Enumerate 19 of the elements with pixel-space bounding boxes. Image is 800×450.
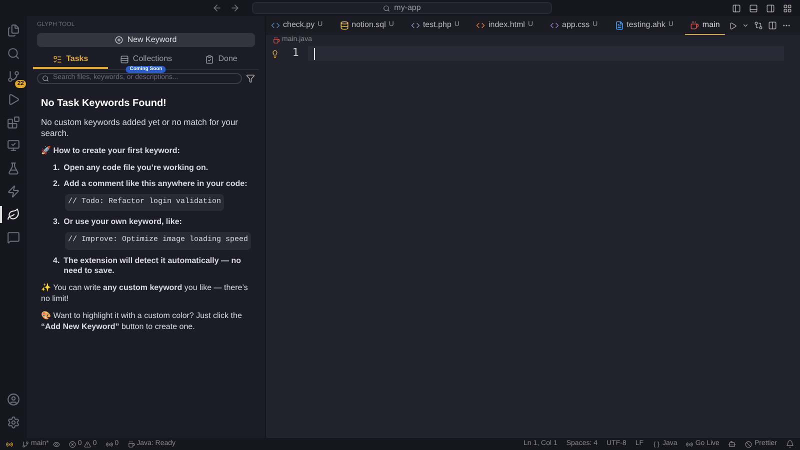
- howto-heading: 🚀 How to create your first keyword:: [41, 145, 181, 157]
- step-text: Add a comment like this anywhere in your code:: [64, 179, 248, 189]
- editor-tab[interactable]: main: [685, 16, 725, 35]
- step-text: Or use your own keyword, like:: [64, 217, 182, 228]
- step-number: 1.: [53, 163, 60, 173]
- step-number: 4.: [53, 256, 60, 266]
- panel-tab[interactable]: Done: [184, 51, 259, 69]
- step-number: 3.: [53, 217, 60, 228]
- tip-text: ✨ You can write any custom keyword you like — there’s no limit!: [41, 282, 249, 304]
- tip-text: 🎨 Want to highlight it with a custom color? Just click the “Add New Keyword” button to create one.: [41, 310, 243, 332]
- step-text: Open any code file you’re working on.: [64, 163, 208, 173]
- panel-tab[interactable]: Tasks: [33, 51, 108, 69]
- step-text: The extension will detect it automatically — no need to save.: [64, 256, 242, 276]
- step-number: 2.: [53, 179, 60, 189]
- empty-text: No custom keywords added yet or no match for your search.: [41, 117, 240, 139]
- new-keyword-button[interactable]: New Keyword: [37, 33, 255, 47]
- search-field[interactable]: my-app: [252, 2, 552, 14]
- empty-title: No Task Keywords Found!: [41, 97, 168, 111]
- line-number: 1: [291, 45, 300, 62]
